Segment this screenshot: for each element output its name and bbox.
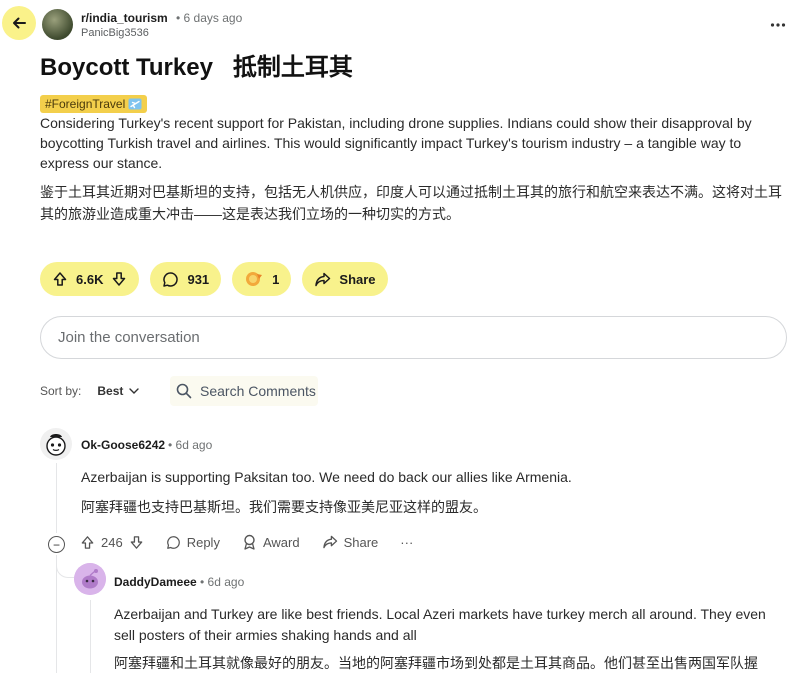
comments-button[interactable]: 931: [150, 262, 222, 296]
comment-composer[interactable]: Join the conversation: [40, 316, 787, 359]
reply-button[interactable]: Reply: [166, 535, 220, 550]
snoo-avatar-icon: [74, 563, 106, 595]
chevron-down-icon: [129, 388, 140, 394]
downvote-icon[interactable]: [129, 535, 144, 550]
reply-label: Reply: [186, 534, 220, 550]
share-label: Share: [339, 271, 376, 287]
flair-label: #ForeignTravel: [45, 97, 126, 111]
award-icon: [246, 272, 263, 286]
arrow-left-icon: [13, 17, 26, 29]
reply-connector: [56, 556, 76, 578]
comment-icon: [166, 535, 180, 549]
share-label: Share: [343, 534, 379, 550]
comment-vote: 246: [80, 535, 144, 550]
comment-time: • 6d ago: [168, 438, 213, 452]
comment-avatar[interactable]: [40, 428, 72, 460]
reply-text-chinese: 阿塞拜疆和土耳其就像最好的朋友。当地的阿塞拜疆市场到处都是土耳其商品。他们甚至出…: [114, 655, 758, 671]
award-button[interactable]: Award: [242, 534, 300, 550]
sort-label: Sort by:: [40, 384, 82, 398]
post-body-chinese: 鉴于土耳其近期对巴基斯坦的支持，包括无人机供应，印度人可以通过抵制土耳其的旅行和…: [40, 184, 782, 222]
vote-pill: 6.6K: [40, 262, 140, 296]
award-button[interactable]: 1: [232, 262, 292, 296]
comment-author[interactable]: Ok-Goose6242: [81, 438, 165, 452]
thread-line: [90, 600, 91, 673]
award-count: 1: [272, 271, 280, 287]
award-label: Award: [262, 534, 300, 550]
comment-icon: [163, 271, 179, 287]
reply-text-english: Azerbaijan and Turkey are like best frie…: [114, 606, 766, 643]
search-comments-label: Search Comments: [200, 383, 316, 399]
search-comments-button[interactable]: Search Comments: [170, 376, 318, 406]
thread-line: [56, 555, 57, 673]
share-icon: [315, 272, 331, 286]
share-icon: [322, 535, 337, 549]
sort-control: Sort by: Best: [40, 384, 140, 398]
comment-text-chinese: 阿塞拜疆也支持巴基斯坦。我们需要支持像亚美尼亚这样的盟友。: [81, 499, 487, 515]
subreddit-name[interactable]: r/india_tourism: [81, 11, 168, 25]
post-title: Boycott Turkey 抵制土耳其: [40, 54, 353, 81]
upvote-icon[interactable]: [80, 535, 95, 550]
composer-placeholder: Join the conversation: [58, 329, 200, 346]
upvote-icon[interactable]: [52, 271, 68, 287]
post-actions: 6.6K 931 1 Share: [40, 262, 388, 296]
comment-vote-count: 246: [101, 534, 123, 550]
post-flair[interactable]: #ForeignTravel: [40, 95, 148, 113]
collapse-symbol: −: [52, 537, 60, 552]
ellipsis-icon: ···: [400, 534, 414, 550]
award-ribbon-icon: [244, 534, 255, 550]
downvote-icon[interactable]: [111, 271, 127, 287]
airplane-icon: [128, 98, 142, 110]
collapse-thread-button[interactable]: −: [48, 536, 65, 553]
vote-count: 6.6K: [76, 271, 104, 287]
reply-time: • 6d ago: [200, 575, 245, 589]
more-options-button[interactable]: [770, 12, 786, 33]
search-icon: [176, 383, 192, 399]
comment-text-english: Azerbaijan is supporting Paksitan too. W…: [81, 469, 572, 485]
comment-count: 931: [187, 271, 210, 287]
comment-actions: 246 Reply Award Share ···: [80, 534, 435, 550]
reply-author[interactable]: DaddyDameee: [114, 575, 197, 589]
thread-line: [56, 463, 57, 533]
more-options-button[interactable]: ···: [400, 535, 413, 550]
sort-dropdown[interactable]: Best: [97, 384, 140, 398]
three-dots-icon: [770, 23, 786, 27]
subreddit-avatar[interactable]: [42, 9, 73, 40]
post-author[interactable]: PanicBig3536: [81, 27, 149, 39]
reply-avatar[interactable]: [74, 563, 106, 595]
share-button[interactable]: Share: [322, 534, 379, 550]
share-button[interactable]: Share: [302, 262, 388, 296]
post-time: • 6 days ago: [176, 11, 243, 25]
sort-value: Best: [97, 384, 124, 398]
post-body-english: Considering Turkey's recent support for …: [40, 115, 752, 171]
back-button[interactable]: [2, 6, 36, 40]
